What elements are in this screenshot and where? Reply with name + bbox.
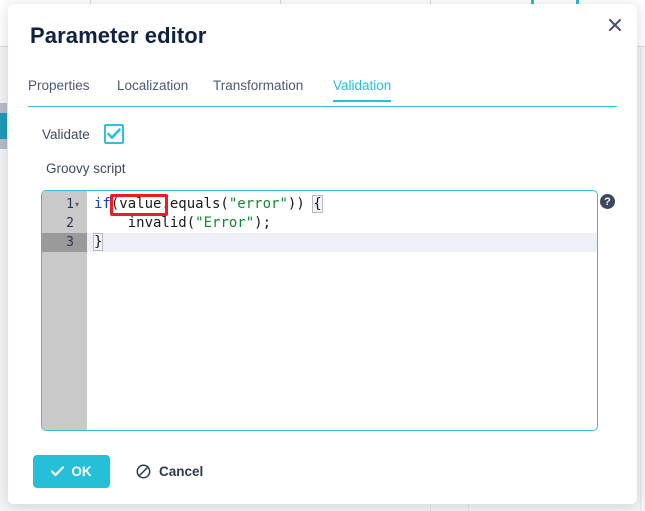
code-string: "Error"	[195, 215, 255, 231]
tab-properties[interactable]: Properties	[28, 78, 90, 100]
tab-localization[interactable]: Localization	[117, 78, 188, 100]
check-icon	[51, 466, 65, 477]
cancel-button-label: Cancel	[159, 464, 204, 479]
code-text: (value.equals(	[110, 196, 229, 212]
dialog-title: Parameter editor	[30, 23, 207, 48]
help-icon[interactable]: ?	[600, 194, 615, 209]
fold-arrow-icon[interactable]: ▾	[75, 195, 79, 214]
background-row-marker	[0, 103, 7, 113]
ok-button[interactable]: OK	[33, 455, 110, 488]
close-icon[interactable]	[602, 12, 628, 38]
line-number: 2	[66, 216, 74, 231]
code-string: "error"	[228, 196, 288, 212]
dialog-tabs: Properties Localization Transformation V…	[28, 78, 617, 107]
code-text: ))	[287, 196, 314, 212]
validate-row: Validate	[42, 124, 124, 144]
editor-gutter: 1 ▾ 2 3	[42, 191, 87, 430]
code-line-2: invalid("Error");	[94, 214, 597, 233]
block-icon	[136, 464, 151, 479]
tab-validation[interactable]: Validation	[333, 78, 392, 102]
groovy-script-editor[interactable]: 1 ▾ 2 3 if(value.equals("error")) { inva…	[41, 190, 598, 431]
groovy-script-label: Groovy script	[46, 161, 126, 176]
code-text: );	[254, 215, 272, 231]
code-line-1: if(value.equals("error")) {	[94, 195, 597, 214]
code-brace: }	[92, 233, 104, 251]
validate-checkbox[interactable]	[103, 124, 124, 144]
code-keyword: if	[94, 196, 111, 212]
code-brace: {	[312, 195, 323, 213]
code-text: invalid(	[94, 215, 196, 231]
line-number: 1	[66, 197, 74, 212]
tab-transformation[interactable]: Transformation	[213, 78, 303, 100]
cancel-button[interactable]: Cancel	[136, 455, 203, 488]
ok-button-label: OK	[71, 464, 92, 479]
background-selected-row-marker	[0, 113, 7, 139]
background-column-divider	[640, 46, 641, 511]
background-row-marker	[0, 139, 7, 149]
line-number: 3	[42, 233, 87, 252]
validate-label: Validate	[42, 126, 90, 142]
parameter-editor-dialog: Parameter editor Properties Localization…	[8, 4, 637, 504]
code-line-3: }	[87, 233, 597, 252]
